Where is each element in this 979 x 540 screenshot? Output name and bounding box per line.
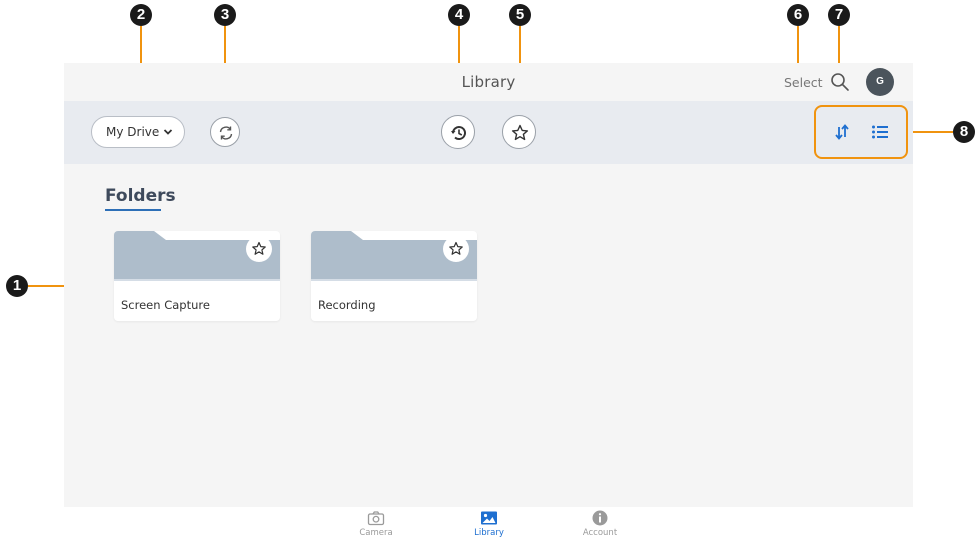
library-toolbar: My Drive xyxy=(64,101,913,164)
search-icon xyxy=(831,73,849,91)
select-button[interactable]: Select xyxy=(784,75,823,90)
favorites-button[interactable] xyxy=(502,115,536,149)
view-options-group xyxy=(814,105,908,159)
nav-label-camera: Camera xyxy=(359,528,393,538)
camera-icon xyxy=(367,511,385,526)
callout-line-8 xyxy=(909,131,953,133)
list-view-button[interactable] xyxy=(870,122,890,142)
app-window: Library Select G My Drive Folders Screen… xyxy=(64,63,913,540)
sort-button[interactable] xyxy=(832,122,852,142)
heading-underline xyxy=(105,209,161,211)
star-icon xyxy=(511,124,529,141)
recent-button[interactable] xyxy=(441,115,475,149)
nav-item-account[interactable]: Account xyxy=(570,510,630,538)
callout-marker-8: 8 xyxy=(953,121,975,143)
callout-marker-5: 5 xyxy=(509,4,531,26)
drive-selector-label: My Drive xyxy=(106,125,160,139)
callout-marker-4: 4 xyxy=(448,4,470,26)
sync-icon xyxy=(219,126,233,140)
list-icon xyxy=(872,125,888,139)
top-bar: Library Select G xyxy=(64,63,913,101)
history-icon xyxy=(451,126,466,141)
folder-favorite-button[interactable] xyxy=(443,236,469,262)
nav-item-library[interactable]: Library xyxy=(459,510,519,538)
folder-name: Recording xyxy=(318,298,376,312)
search-button[interactable] xyxy=(829,71,851,93)
callout-marker-7: 7 xyxy=(828,4,850,26)
star-icon xyxy=(449,241,463,255)
sort-icon xyxy=(835,124,849,140)
folders-heading: Folders xyxy=(105,186,176,206)
sync-button[interactable] xyxy=(210,117,240,147)
chevron-down-icon xyxy=(163,129,173,135)
image-icon xyxy=(481,511,497,525)
folder-card-recording[interactable]: Recording xyxy=(311,231,477,321)
nav-label-library: Library xyxy=(474,528,504,538)
info-icon xyxy=(592,510,608,526)
folder-favorite-button[interactable] xyxy=(246,236,272,262)
callout-marker-6: 6 xyxy=(787,4,809,26)
star-icon xyxy=(252,241,266,255)
bottom-navigation: Camera Library Account xyxy=(64,507,913,540)
screenshot-page: 2 3 4 5 6 7 8 1 Library Select G My Driv… xyxy=(0,0,979,540)
folder-card-screen-capture[interactable]: Screen Capture xyxy=(114,231,280,321)
folder-name: Screen Capture xyxy=(121,298,210,312)
callout-marker-3: 3 xyxy=(214,4,236,26)
callout-marker-2: 2 xyxy=(130,4,152,26)
avatar[interactable]: G xyxy=(866,68,894,96)
nav-item-camera[interactable]: Camera xyxy=(346,510,406,538)
drive-selector-button[interactable]: My Drive xyxy=(91,116,185,148)
callout-marker-1: 1 xyxy=(6,275,28,297)
nav-label-account: Account xyxy=(582,528,618,538)
